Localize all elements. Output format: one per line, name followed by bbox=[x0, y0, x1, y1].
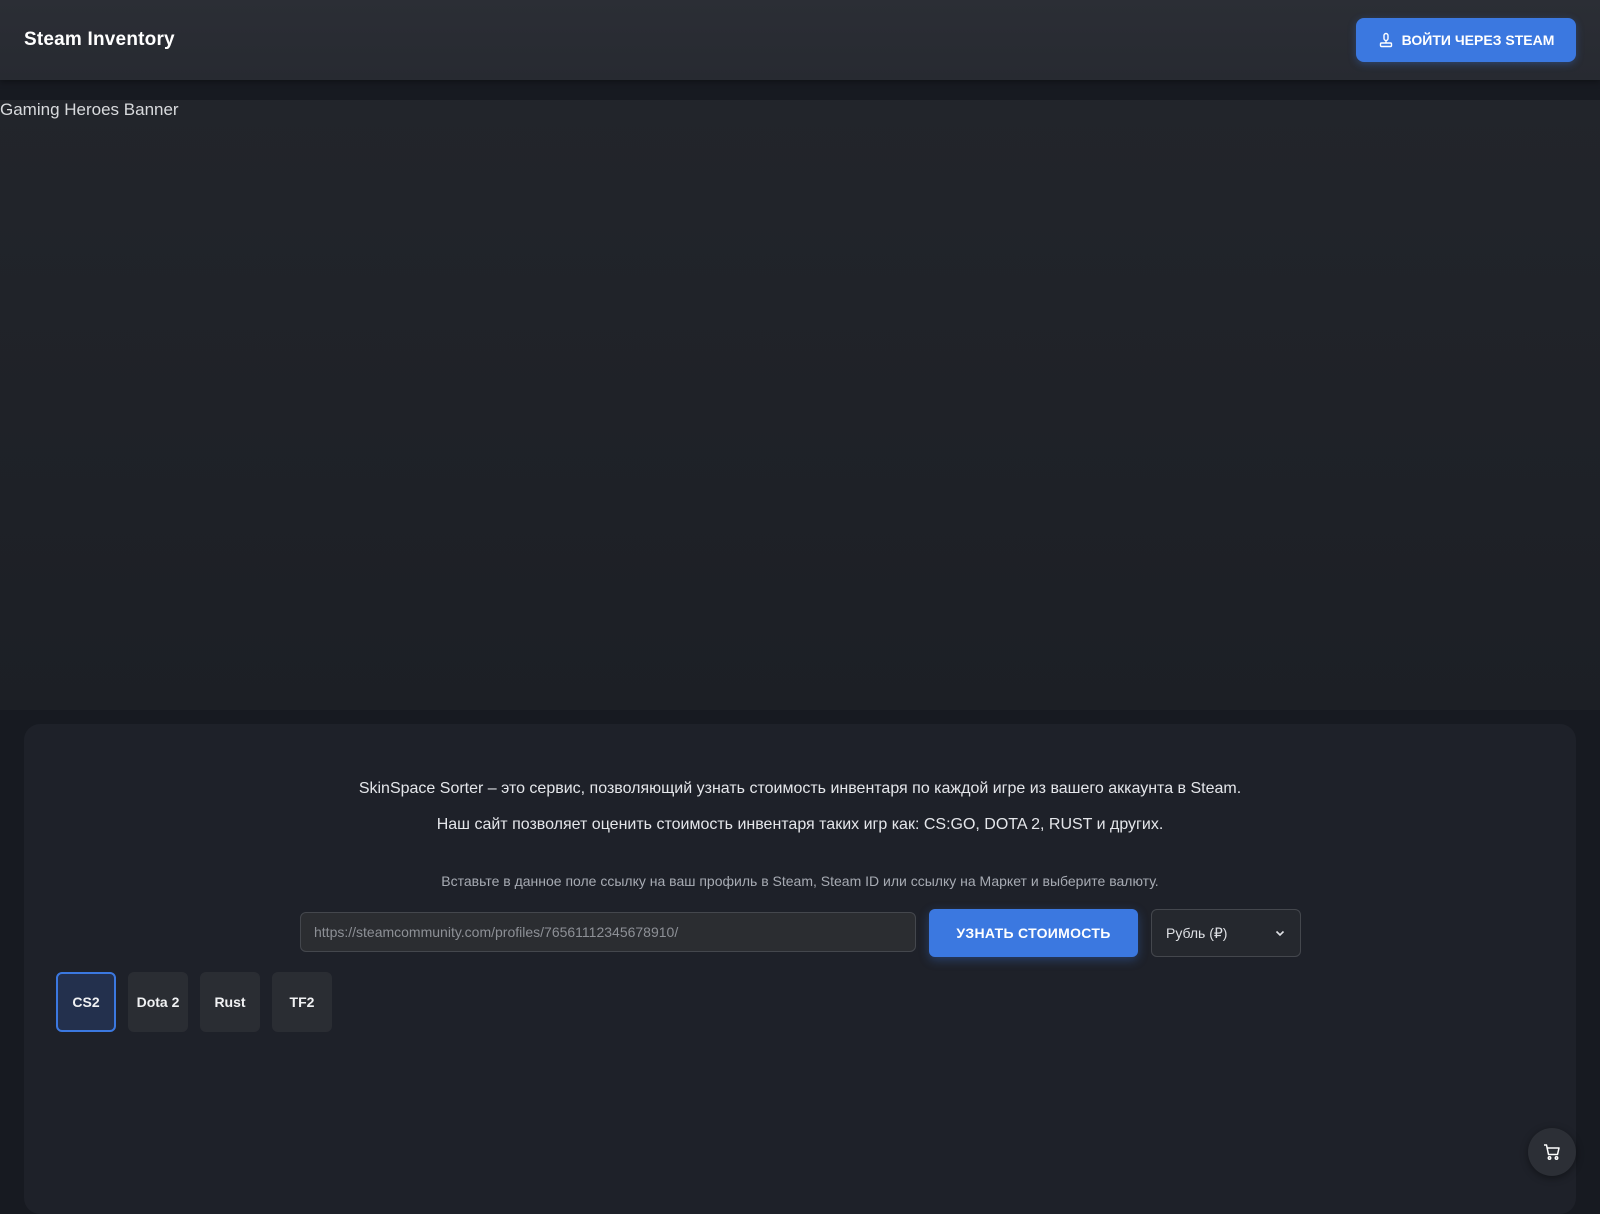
tab-cs2[interactable]: CS2 bbox=[56, 972, 116, 1032]
profile-url-input[interactable] bbox=[300, 912, 916, 952]
tab-tf2[interactable]: TF2 bbox=[272, 972, 332, 1032]
brand-title[interactable]: Steam Inventory bbox=[24, 29, 175, 51]
chevron-down-icon bbox=[1275, 930, 1285, 937]
currency-selected-value: Рубль (₽) bbox=[1166, 924, 1228, 941]
banner-image: Gaming Heroes Banner bbox=[0, 100, 179, 120]
main-panel: SkinSpace Sorter – это сервис, позволяющ… bbox=[24, 724, 1576, 1214]
game-tabs: CS2 Dota 2 Rust TF2 bbox=[56, 972, 332, 1032]
supported-games-description: Наш сайт позволяет оценить стоимость инв… bbox=[436, 816, 1164, 833]
get-price-button[interactable]: УЗНАТЬ СТОИМОСТЬ bbox=[929, 909, 1138, 957]
banner-alt-text: Gaming Heroes Banner bbox=[0, 100, 179, 119]
steam-joystick-icon bbox=[1379, 32, 1392, 48]
tab-rust[interactable]: Rust bbox=[200, 972, 260, 1032]
service-description: SkinSpace Sorter – это сервис, позволяющ… bbox=[358, 780, 1242, 797]
steam-login-button[interactable]: ВОЙТИ ЧЕРЕЗ STEAM bbox=[1356, 18, 1576, 62]
hero-banner: Gaming Heroes Banner bbox=[0, 100, 1600, 710]
steam-login-label: ВОЙТИ ЧЕРЕЗ STEAM bbox=[1401, 32, 1555, 48]
top-header: Steam Inventory ВОЙТИ ЧЕРЕЗ STEAM bbox=[0, 0, 1600, 80]
cart-button[interactable] bbox=[1528, 1128, 1576, 1176]
tab-dota2[interactable]: Dota 2 bbox=[128, 972, 188, 1032]
input-hint: Вставьте в данное поле ссылку на ваш про… bbox=[441, 873, 1159, 889]
currency-select[interactable]: Рубль (₽) bbox=[1151, 909, 1301, 957]
cart-icon bbox=[1544, 1144, 1560, 1160]
